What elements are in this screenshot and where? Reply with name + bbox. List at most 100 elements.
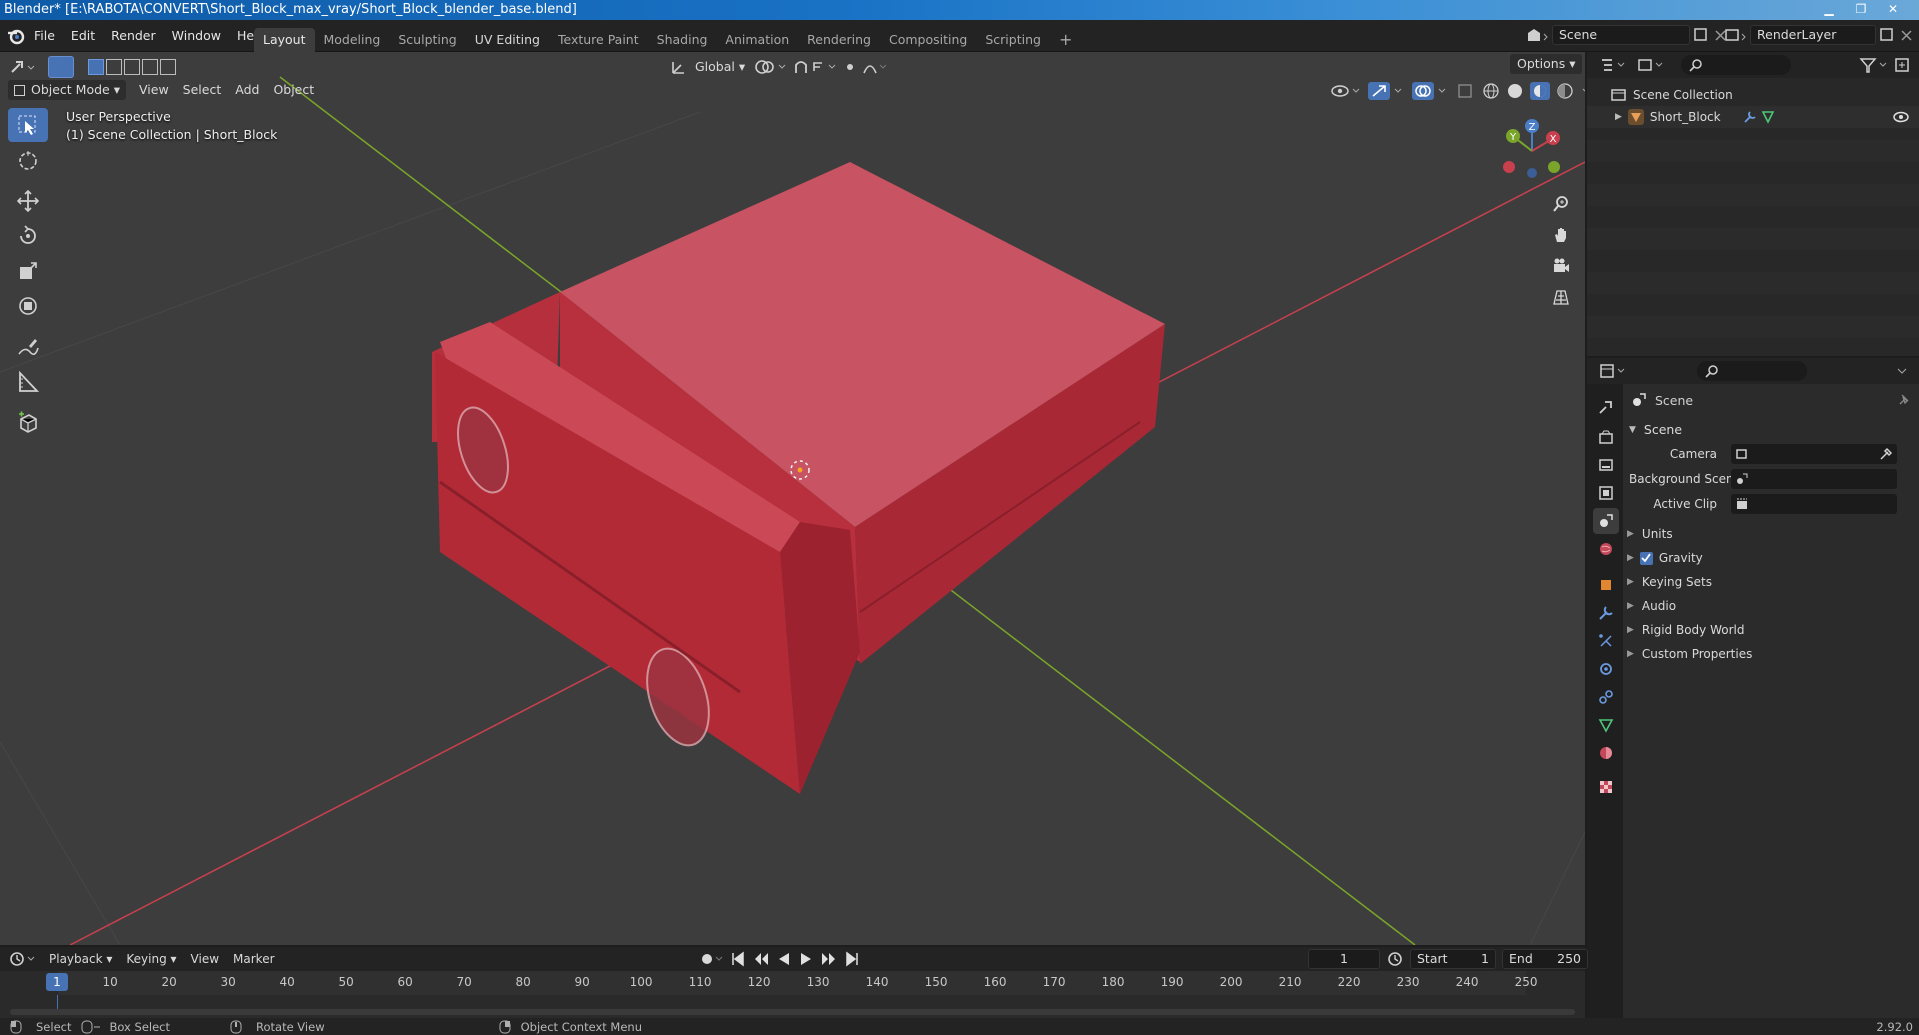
close-button[interactable]: ✕ — [1878, 0, 1908, 18]
start-frame-field[interactable]: Start 1 — [1410, 949, 1496, 969]
tool-transform[interactable] — [8, 289, 48, 323]
new-scene-icon[interactable] — [1690, 25, 1712, 45]
remove-render-layer-icon[interactable] — [1898, 25, 1916, 45]
properties-search-input[interactable] — [1697, 361, 1807, 381]
menu-render[interactable]: Render — [103, 24, 164, 48]
jump-keyframe-forward-icon[interactable] — [820, 951, 838, 967]
outliner-search-input[interactable] — [1681, 55, 1791, 75]
tool-scale[interactable] — [8, 254, 48, 288]
tab-animation[interactable]: Animation — [716, 28, 798, 52]
render-layer-icon[interactable] — [1722, 25, 1748, 45]
scene-panel-header[interactable]: ▼ Scene — [1629, 418, 1915, 442]
select-mode-new-icon[interactable] — [88, 59, 104, 75]
menu-edit[interactable]: Edit — [63, 24, 103, 48]
tab-constraints[interactable] — [1593, 684, 1619, 710]
tab-layout[interactable]: Layout — [254, 28, 315, 52]
shading-wireframe-icon[interactable] — [1482, 82, 1500, 100]
render-layer-field[interactable]: RenderLayer — [1750, 25, 1876, 45]
minimize-button[interactable]: ▁ — [1814, 0, 1844, 18]
new-render-layer-icon[interactable] — [1876, 25, 1898, 45]
options-dropdown[interactable]: Options ▾ — [1510, 54, 1583, 74]
menu-window[interactable]: Window — [164, 24, 229, 48]
outliner-row-scene-collection[interactable]: Scene Collection — [1611, 83, 1733, 107]
timeline-menu-marker[interactable]: Marker — [226, 948, 281, 970]
outliner-editor-type-icon[interactable] — [1599, 56, 1627, 74]
tab-compositing[interactable]: Compositing — [880, 28, 976, 52]
tab-uv-editing[interactable]: UV Editing — [466, 28, 549, 52]
tab-output[interactable] — [1593, 452, 1619, 478]
snap-icon[interactable] — [792, 57, 842, 77]
display-mode-icon[interactable] — [1637, 56, 1665, 74]
filter-icon[interactable] — [1859, 56, 1889, 74]
visibility-eye-icon[interactable] — [1893, 110, 1909, 124]
pin-icon[interactable] — [1897, 393, 1911, 407]
timeline-menu-playback[interactable]: Playback ▾ — [42, 948, 119, 970]
select-mode-subtract-icon[interactable] — [124, 59, 140, 75]
scene-icon[interactable] — [1524, 25, 1550, 45]
record-keyframes-icon[interactable] — [698, 950, 724, 968]
scene-name-field[interactable]: Scene — [1552, 25, 1690, 45]
modifier-wrench-icon[interactable] — [1743, 110, 1757, 124]
background-scene-field[interactable] — [1731, 469, 1897, 489]
proportional-editing-icon[interactable] — [842, 57, 888, 77]
overlays-toggle-icon[interactable] — [1412, 82, 1450, 100]
playhead[interactable]: 1 — [46, 973, 68, 991]
shading-rendered-icon[interactable] — [1556, 82, 1574, 100]
tab-world[interactable] — [1593, 536, 1619, 562]
tab-modifiers[interactable] — [1593, 600, 1619, 626]
tab-texture-paint[interactable]: Texture Paint — [549, 28, 648, 52]
tab-physics[interactable] — [1593, 656, 1619, 682]
select-mode-invert-icon[interactable] — [142, 59, 158, 75]
eyedropper-icon[interactable] — [1879, 447, 1893, 461]
pivot-point-icon[interactable] — [752, 57, 792, 77]
viewport-menu-view[interactable]: View — [132, 79, 176, 101]
transform-orientation-select[interactable]: Global ▾ — [688, 56, 752, 78]
blender-logo-icon[interactable] — [6, 26, 26, 46]
short-block-object[interactable] — [432, 162, 1165, 794]
subpanel-keying-sets[interactable]: ▶ Keying Sets — [1627, 570, 1712, 594]
tool-add-cube[interactable] — [8, 405, 48, 439]
perspective-toggle-button[interactable] — [1547, 283, 1575, 311]
outliner-row-short-block[interactable]: ▶ Short_Block — [1615, 105, 1915, 129]
tab-view-layer[interactable] — [1593, 480, 1619, 506]
select-mode-intersect-icon[interactable] — [160, 59, 176, 75]
expand-arrow-icon[interactable]: ▶ — [1615, 105, 1622, 129]
tool-measure[interactable] — [8, 365, 48, 399]
new-collection-icon[interactable] — [1893, 56, 1915, 74]
tool-select-box[interactable] — [8, 108, 48, 142]
tool-annotate[interactable] — [8, 330, 48, 364]
properties-options-chevron-icon[interactable] — [1895, 362, 1911, 380]
tab-rendering[interactable]: Rendering — [798, 28, 880, 52]
camera-view-button[interactable] — [1547, 252, 1575, 280]
timeline-scrollbar[interactable] — [10, 1009, 1575, 1015]
tab-scene[interactable] — [1593, 508, 1619, 534]
timeline-menu-keying[interactable]: Keying ▾ — [119, 948, 183, 970]
camera-field[interactable] — [1731, 444, 1897, 464]
viewport-menu-add[interactable]: Add — [228, 79, 266, 101]
shading-material-icon[interactable] — [1530, 82, 1550, 100]
select-tool-toggle[interactable] — [48, 56, 74, 78]
object-mode-select[interactable]: Object Mode ▾ — [8, 80, 126, 100]
preview-range-clock-icon[interactable] — [1386, 950, 1404, 968]
tab-texture[interactable] — [1593, 774, 1619, 800]
3d-viewport[interactable]: Global ▾ Options ▾ Object Mode ▾ View Se… — [0, 52, 1585, 945]
jump-start-icon[interactable] — [730, 951, 746, 967]
play-icon[interactable] — [798, 951, 814, 967]
subpanel-gravity[interactable]: ▶ Gravity — [1627, 546, 1703, 570]
tool-cursor[interactable] — [8, 144, 48, 178]
play-reverse-icon[interactable] — [776, 951, 792, 967]
timeline-menu-view[interactable]: View — [184, 948, 226, 970]
subpanel-units[interactable]: ▶ Units — [1627, 522, 1673, 546]
shading-solid-icon[interactable] — [1506, 82, 1524, 100]
navigation-gizmo[interactable]: Z X Y — [1496, 117, 1566, 197]
add-workspace-button[interactable]: + — [1050, 28, 1081, 52]
maximize-button[interactable]: ❐ — [1846, 0, 1876, 18]
end-frame-field[interactable]: End 250 — [1502, 949, 1588, 969]
zoom-view-button[interactable] — [1547, 190, 1575, 218]
editor-type-icon[interactable] — [8, 56, 38, 78]
tab-sculpting[interactable]: Sculpting — [389, 28, 465, 52]
pan-view-button[interactable] — [1547, 221, 1575, 249]
xray-toggle-icon[interactable] — [1456, 82, 1476, 100]
subpanel-custom-properties[interactable]: ▶ Custom Properties — [1627, 642, 1752, 666]
tab-scripting[interactable]: Scripting — [976, 28, 1050, 52]
